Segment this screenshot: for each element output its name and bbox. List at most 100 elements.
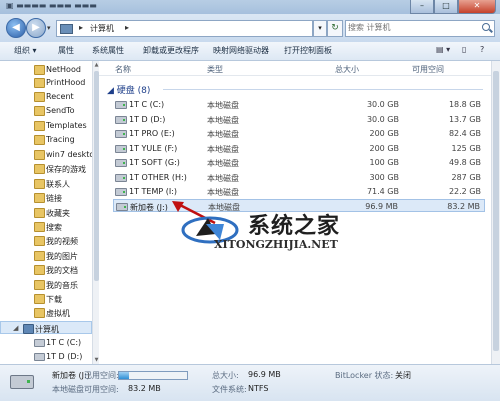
map-network-drive-button[interactable]: 映射网络驱动器 [213, 45, 269, 56]
table-row[interactable]: 1T C (C:) 本地磁盘 30.0 GB 18.8 GB [113, 98, 485, 111]
help-icon[interactable]: ? [480, 45, 484, 54]
watermark-text: 系统之家 [248, 214, 341, 239]
folder-icon [34, 164, 45, 174]
sidebar-item[interactable]: 我的视频 [0, 234, 92, 247]
column-headers: 名称 类型 总大小 可用空间 [99, 61, 491, 76]
window-title: ▣ ▬▬▬▬ ▬▬▬ ▬▬▬ [6, 1, 97, 10]
navigation-pane: NetHood PrintHood Recent SendTo Template… [0, 61, 97, 364]
refresh-icon[interactable]: ↻ [327, 20, 343, 37]
sidebar-item-computer[interactable]: ◢ 计算机 [0, 321, 92, 334]
folder-icon [34, 65, 45, 75]
sidebar-item[interactable]: PrintHood [0, 76, 92, 89]
column-free[interactable]: 可用空间 [412, 64, 444, 75]
maximize-button[interactable]: □ [434, 0, 458, 14]
address-bar-area: ◀ ▶ ▾ ▸ 计算机 ▸ ▾ ↻ [0, 14, 500, 42]
bitlocker-label: BitLocker 状态: [335, 371, 394, 380]
sidebar-item[interactable]: 我的音乐 [0, 278, 92, 291]
folder-icon [34, 92, 45, 102]
folder-icon [34, 208, 45, 218]
drive-icon [115, 116, 127, 124]
sidebar-item[interactable]: 搜索 [0, 220, 92, 233]
folder-icon [34, 222, 45, 232]
view-options-icon[interactable]: ▤ ▾ [436, 45, 450, 54]
total-size-value: 96.9 MB [248, 370, 281, 379]
drive-icon [115, 145, 127, 153]
column-total[interactable]: 总大小 [335, 64, 359, 75]
computer-icon [60, 24, 73, 34]
sidebar-item[interactable]: 链接 [0, 191, 92, 204]
detail-type: 本地磁盘 [52, 385, 84, 394]
drive-icon [115, 101, 127, 109]
sidebar-item[interactable]: 保存的游戏 [0, 162, 92, 175]
table-row[interactable]: 1T OTHER (H:) 本地磁盘 300 GB 287 GB [113, 171, 485, 184]
folder-icon [34, 308, 45, 318]
minimize-button[interactable]: – [410, 0, 434, 14]
system-properties-button[interactable]: 系统属性 [92, 45, 124, 56]
filesystem-label: 文件系统: [212, 385, 247, 394]
sidebar-item[interactable]: Recent [0, 90, 92, 103]
sidebar-item[interactable]: 我的图片 [0, 249, 92, 262]
search-input[interactable] [348, 22, 473, 33]
folder-icon [34, 236, 45, 246]
table-row[interactable]: 1T SOFT (G:) 本地磁盘 100 GB 49.8 GB [113, 156, 485, 169]
back-button[interactable]: ◀ [6, 18, 26, 38]
folder-icon [34, 135, 45, 145]
breadcrumb-computer[interactable]: 计算机 [90, 23, 114, 34]
group-header[interactable]: ◢ 硬盘 (8) [107, 83, 150, 96]
drive-icon [10, 375, 34, 389]
computer-icon [23, 324, 34, 334]
file-list-scrollbar[interactable] [491, 61, 500, 364]
breadcrumb-separator-icon[interactable]: ▸ [79, 23, 83, 32]
address-field[interactable]: ▸ 计算机 ▸ [56, 20, 313, 37]
column-type[interactable]: 类型 [207, 64, 223, 75]
sidebar-item[interactable]: 下载 [0, 292, 92, 305]
drive-icon [115, 159, 127, 167]
total-size-label: 总大小: [212, 371, 239, 380]
folder-icon [34, 179, 45, 189]
table-row[interactable]: 1T D (D:) 本地磁盘 30.0 GB 13.7 GB [113, 113, 485, 126]
column-name[interactable]: 名称 [115, 64, 131, 75]
table-row[interactable]: 1T YULE (F:) 本地磁盘 200 GB 125 GB [113, 142, 485, 155]
search-box[interactable] [345, 20, 495, 37]
folder-icon [34, 294, 45, 304]
sidebar-item[interactable]: NetHood [0, 63, 92, 76]
open-control-panel-button[interactable]: 打开控制面板 [284, 45, 332, 56]
title-bar: ▣ ▬▬▬▬ ▬▬▬ ▬▬▬ – □ ✕ [0, 0, 500, 14]
command-bar: 组织 ▾ 属性 系统属性 卸载或更改程序 映射网络驱动器 打开控制面板 ▤ ▾ … [0, 42, 500, 61]
folder-icon [34, 150, 45, 160]
drive-icon [115, 174, 127, 182]
sidebar-item-drive[interactable]: 1T D (D:) [0, 350, 92, 363]
breadcrumb-separator-icon[interactable]: ▸ [125, 23, 129, 32]
watermark-url: XITONGZHIJIA.NET [214, 238, 338, 251]
folder-icon [34, 78, 45, 88]
sidebar-item[interactable]: Tracing [0, 133, 92, 146]
forward-button[interactable]: ▶ [26, 18, 46, 38]
search-icon[interactable] [482, 23, 490, 31]
close-button[interactable]: ✕ [458, 0, 496, 14]
free-space-value: 83.2 MB [128, 384, 161, 393]
uninstall-program-button[interactable]: 卸载或更改程序 [143, 45, 199, 56]
folder-icon [34, 121, 45, 131]
sidebar-item[interactable]: 我的文档 [0, 263, 92, 276]
drive-icon [34, 353, 45, 361]
organize-button[interactable]: 组织 ▾ [14, 45, 37, 56]
table-row[interactable]: 1T TEMP (I:) 本地磁盘 71.4 GB 22.2 GB [113, 185, 485, 198]
drive-icon [115, 130, 127, 138]
sidebar-item[interactable]: SendTo [0, 104, 92, 117]
history-dropdown-icon[interactable]: ▾ [47, 24, 51, 32]
expand-arrow-icon[interactable]: ◢ [13, 324, 18, 332]
sidebar-item[interactable]: win7 desktop [0, 148, 96, 161]
sidebar-item[interactable]: 收藏夹 [0, 206, 92, 219]
group-divider [163, 89, 483, 90]
drive-icon [115, 188, 127, 196]
folder-icon [34, 251, 45, 261]
sidebar-item-drive[interactable]: 1T C (C:) [0, 336, 92, 349]
address-dropdown-icon[interactable]: ▾ [313, 20, 327, 37]
scroll-thumb[interactable] [493, 71, 499, 351]
sidebar-item[interactable]: 虚拟机 [0, 306, 92, 319]
sidebar-item[interactable]: Templates [0, 119, 92, 132]
sidebar-item[interactable]: 联系人 [0, 177, 92, 190]
table-row[interactable]: 1T PRO (E:) 本地磁盘 200 GB 82.4 GB [113, 127, 485, 140]
preview-pane-icon[interactable]: ▯ [462, 45, 466, 54]
properties-button[interactable]: 属性 [58, 45, 74, 56]
